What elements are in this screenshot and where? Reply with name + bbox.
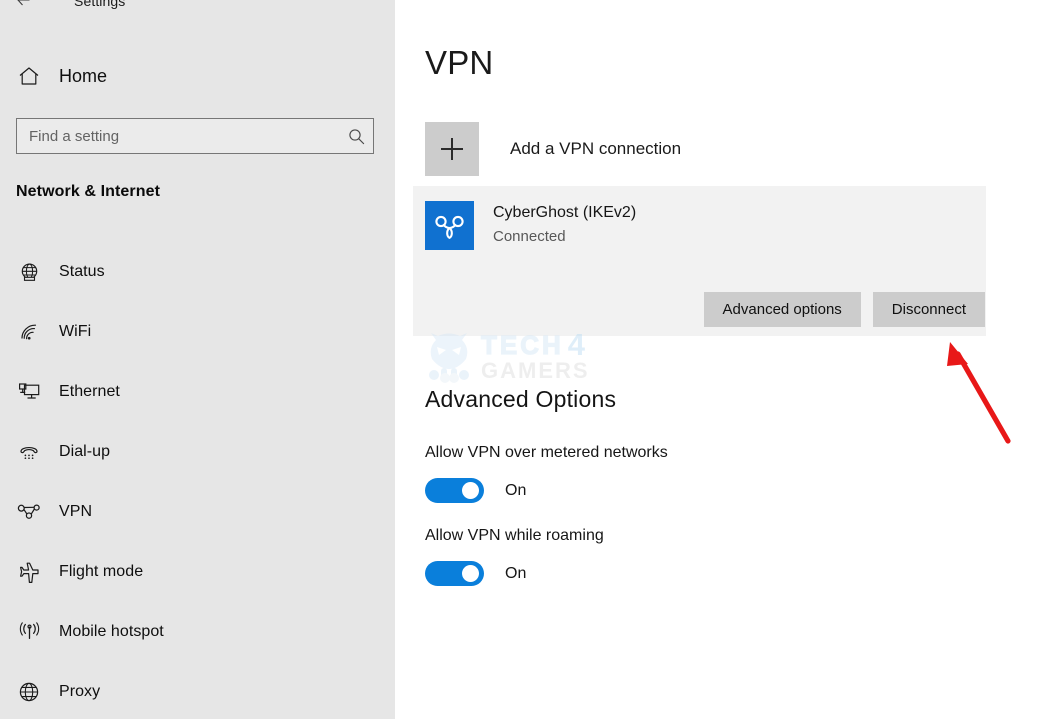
toggle-switch-roaming[interactable] (425, 561, 484, 586)
toggle-metered-networks[interactable]: On (425, 478, 526, 503)
option-label-metered-networks: Allow VPN over metered networks (425, 444, 668, 461)
airplane-icon (14, 557, 44, 587)
sidebar-item-ethernet-label: Ethernet (59, 383, 120, 400)
wifi-icon (14, 317, 44, 347)
sidebar: Home Network & Internet (0, 10, 395, 719)
sidebar-item-status-label: Status (59, 263, 105, 280)
add-vpn-connection-button[interactable]: Add a VPN connection (425, 122, 681, 176)
sidebar-item-wifi[interactable]: WiFi (0, 302, 395, 362)
vpn-connection-name: CyberGhost (IKEv2) (493, 204, 637, 221)
sidebar-section-title: Network & Internet (16, 183, 161, 200)
toggle-switch-metered-networks[interactable] (425, 478, 484, 503)
sidebar-item-home[interactable]: Home (0, 54, 395, 98)
plus-icon (425, 122, 479, 176)
back-arrow-icon[interactable] (8, 0, 38, 8)
home-icon (14, 61, 44, 91)
settings-window: Settings Home Network & Internet (0, 0, 1064, 719)
sidebar-item-dialup-label: Dial-up (59, 443, 111, 460)
sidebar-item-mobile-hotspot[interactable]: Mobile hotspot (0, 602, 395, 662)
disconnect-button[interactable]: Disconnect (872, 292, 985, 327)
search-box[interactable] (16, 118, 374, 154)
toggle-state-roaming: On (505, 564, 527, 582)
sidebar-item-status[interactable]: Status (0, 242, 395, 302)
vpn-connection-header: CyberGhost (IKEv2) Connected (425, 201, 636, 250)
hotspot-icon (14, 617, 44, 647)
cyberghost-logo-icon (425, 201, 474, 250)
vpn-icon (14, 497, 44, 527)
sidebar-nav-list: Status WiFi Ethernet Dial-up VPN Flight … (0, 242, 395, 719)
sidebar-item-ethernet[interactable]: Ethernet (0, 362, 395, 422)
sidebar-item-proxy-label: Proxy (59, 683, 101, 700)
toggle-state-metered-networks: On (505, 481, 527, 499)
watermark-tech-text: TECH (480, 330, 564, 361)
window-titlebar: Settings (0, 0, 395, 10)
advanced-options-heading: Advanced Options (425, 386, 617, 412)
watermark-four-text: 4 (567, 327, 586, 363)
search-icon[interactable] (339, 119, 373, 153)
sidebar-item-flight-mode-label: Flight mode (59, 563, 144, 580)
advanced-options-button[interactable]: Advanced options (703, 292, 861, 327)
option-label-roaming: Allow VPN while roaming (425, 527, 604, 544)
page-title: VPN (425, 44, 494, 81)
mascot-icon (425, 331, 473, 383)
main-content: VPN Add a VPN connection CyberGhost (IKE… (395, 0, 1064, 719)
sidebar-item-flight-mode[interactable]: Flight mode (0, 542, 395, 602)
sidebar-item-vpn[interactable]: VPN (0, 482, 395, 542)
dialup-phone-icon (14, 437, 44, 467)
sidebar-item-mobile-hotspot-label: Mobile hotspot (59, 623, 164, 640)
window-title: Settings (74, 0, 126, 9)
vpn-connection-status: Connected (493, 228, 566, 245)
sidebar-item-proxy[interactable]: Proxy (0, 662, 395, 719)
sidebar-item-dialup[interactable]: Dial-up (0, 422, 395, 482)
sidebar-item-home-label: Home (59, 65, 108, 86)
add-vpn-connection-label: Add a VPN connection (510, 139, 682, 158)
vpn-connection-card[interactable]: CyberGhost (IKEv2) Connected Advanced op… (413, 186, 986, 336)
globe-proxy-icon (14, 677, 44, 707)
sidebar-item-vpn-label: VPN (59, 503, 93, 520)
vpn-card-actions: Advanced options Disconnect (703, 292, 985, 327)
ethernet-icon (14, 377, 44, 407)
sidebar-item-wifi-label: WiFi (59, 323, 92, 340)
watermark-gamers-text: GAMERS (481, 357, 590, 383)
toggle-roaming[interactable]: On (425, 561, 526, 586)
search-input[interactable] (17, 119, 339, 153)
globe-status-icon (14, 257, 44, 287)
